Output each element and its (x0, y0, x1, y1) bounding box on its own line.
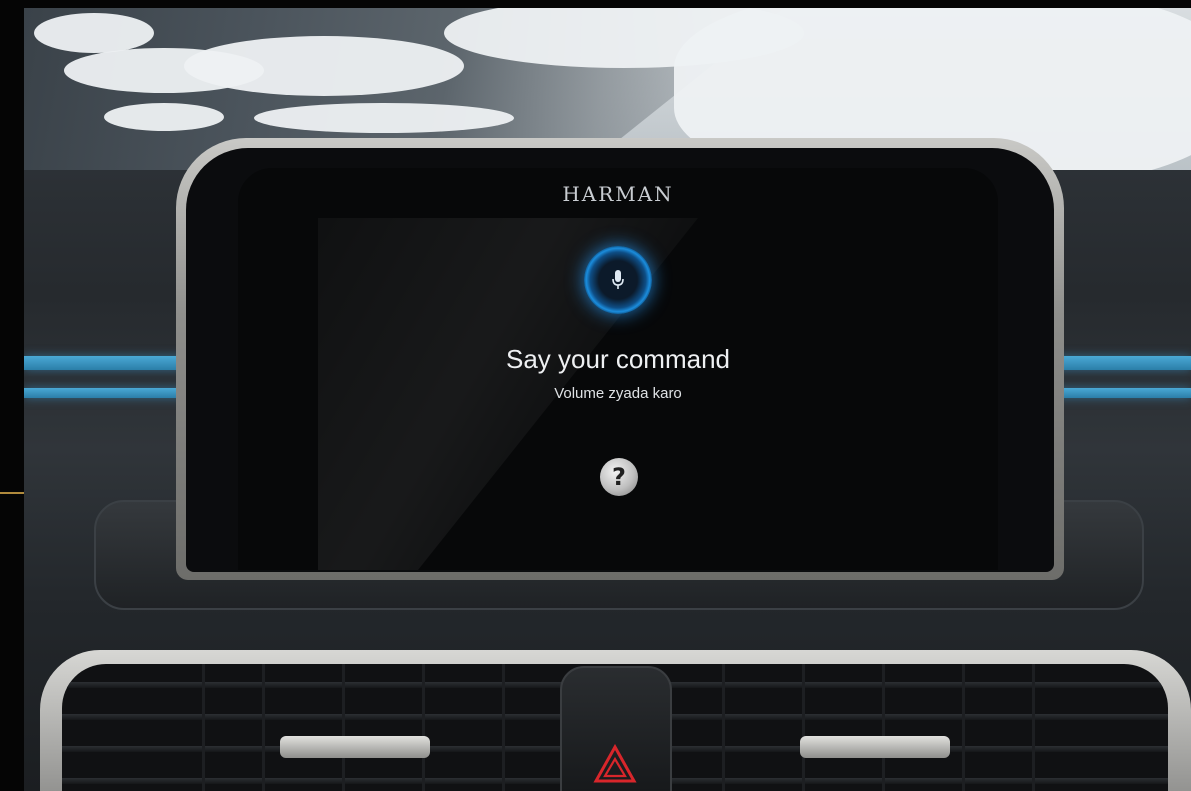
vent-fin (802, 664, 805, 791)
hazard-button[interactable] (560, 666, 672, 791)
snow-patch (254, 103, 514, 133)
voice-prompt-title: Say your command (506, 344, 730, 374)
vent-fin (882, 664, 885, 791)
ambient-light-left (24, 356, 184, 370)
vent-fin (422, 664, 425, 791)
snow-patch (104, 103, 224, 131)
hazard-triangle-icon (593, 744, 637, 783)
vent-fin (342, 664, 345, 791)
question-mark-icon: ? (612, 463, 626, 491)
vent-fin (262, 664, 265, 791)
vent-fin (502, 664, 505, 791)
vent-adjust-tab-right[interactable] (800, 736, 950, 758)
snow-patch (34, 13, 154, 53)
vent-adjust-tab-left[interactable] (280, 736, 430, 758)
left-border (0, 0, 24, 791)
microphone-icon (612, 270, 624, 289)
ambient-light-right (1054, 356, 1191, 370)
vent-fin (1032, 664, 1035, 791)
help-button[interactable]: ? (600, 458, 638, 496)
infotainment-screen[interactable]: HARMAN Say your command Volume zyada kar… (238, 168, 998, 570)
voice-command-button[interactable] (584, 246, 652, 314)
vent-fin (722, 664, 725, 791)
vent-fin (202, 664, 205, 791)
snow-patch (184, 36, 464, 96)
vent-fin (962, 664, 965, 791)
voice-prompt-hint: Volume zyada karo (554, 385, 682, 402)
accent-line (0, 492, 24, 494)
ambient-light-right-lower (1054, 388, 1191, 398)
brand-logo: HARMAN (562, 182, 674, 206)
ambient-light-left-lower (24, 388, 184, 398)
top-border (0, 0, 1191, 8)
car-dashboard-scene: HARMAN Say your command Volume zyada kar… (0, 0, 1191, 791)
